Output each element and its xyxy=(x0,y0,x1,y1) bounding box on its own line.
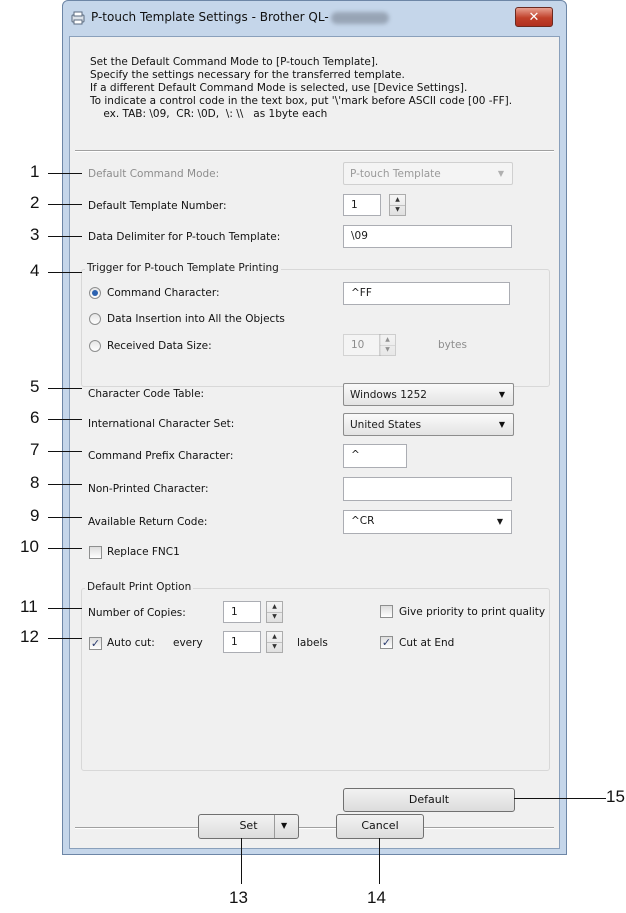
international-character-set-label: International Character Set: xyxy=(88,418,235,430)
default-template-number-label: Default Template Number: xyxy=(88,200,227,212)
non-printed-character-input[interactable] xyxy=(343,477,512,501)
callout-9: 9 xyxy=(30,506,40,525)
title-bar[interactable]: P-touch Template Settings - Brother QL- … xyxy=(63,1,566,37)
radio-selected-dot xyxy=(92,290,98,296)
number-of-copies-label: Number of Copies: xyxy=(88,607,186,619)
callout-line-3 xyxy=(48,236,82,237)
split-divider xyxy=(274,815,275,838)
callout-line-7 xyxy=(48,451,82,452)
template-number-spinner[interactable]: ▲ ▼ xyxy=(389,194,406,216)
default-print-option-title: Default Print Option xyxy=(85,581,194,593)
trigger-group-title: Trigger for P-touch Template Printing xyxy=(85,262,281,274)
chevron-down-icon: ▼ xyxy=(496,517,503,526)
default-command-mode-select: P-touch Template ▼ xyxy=(343,162,513,185)
cut-at-end-checkbox[interactable]: ✓ xyxy=(380,636,393,649)
give-priority-quality-checkbox[interactable] xyxy=(380,605,393,618)
data-insertion-label[interactable]: Data Insertion into All the Objects xyxy=(107,313,285,325)
received-data-size-radio[interactable] xyxy=(89,340,101,352)
data-delimiter-label: Data Delimiter for P-touch Template: xyxy=(88,231,281,243)
auto-cut-label[interactable]: Auto cut: xyxy=(107,637,155,649)
callout-line-13 xyxy=(241,838,242,884)
chevron-down-icon[interactable]: ▼ xyxy=(281,815,287,837)
callout-line-15 xyxy=(514,798,606,799)
separator-bottom xyxy=(75,827,554,829)
spin-down-icon[interactable]: ▼ xyxy=(267,642,282,652)
callout-1: 1 xyxy=(30,162,40,181)
callout-4: 4 xyxy=(30,261,40,280)
window-title: P-touch Template Settings - Brother QL- xyxy=(91,10,389,24)
callout-line-10 xyxy=(48,548,82,549)
auto-cut-checkbox[interactable]: ✓ xyxy=(89,637,102,650)
callout-7: 7 xyxy=(30,440,40,459)
callout-8: 8 xyxy=(30,473,40,492)
callout-15: 15 xyxy=(606,787,625,806)
international-character-set-select[interactable]: United States ▼ xyxy=(343,413,514,436)
command-prefix-character-input[interactable]: ^ xyxy=(343,444,407,468)
every-label: every xyxy=(173,637,203,649)
chevron-down-icon: ▼ xyxy=(497,169,504,178)
received-data-size-input: 10 xyxy=(343,334,381,356)
redacted-model xyxy=(330,11,389,24)
bytes-unit-label: bytes xyxy=(438,339,467,351)
copies-spinner[interactable]: ▲ ▼ xyxy=(266,601,283,623)
received-size-spinner: ▲ ▼ xyxy=(379,334,396,356)
callout-line-1 xyxy=(48,173,82,174)
callout-2: 2 xyxy=(30,193,40,212)
non-printed-character-label: Non-Printed Character: xyxy=(88,483,209,495)
callout-12: 12 xyxy=(20,627,39,646)
data-delimiter-input[interactable]: \09 xyxy=(343,225,512,248)
auto-cut-spinner[interactable]: ▲ ▼ xyxy=(266,631,283,653)
cancel-button[interactable]: Cancel xyxy=(336,814,424,839)
callout-line-6 xyxy=(48,419,82,420)
replace-fnc1-checkbox[interactable] xyxy=(89,546,102,559)
callout-line-5 xyxy=(48,388,82,389)
callout-14: 14 xyxy=(367,888,386,907)
character-code-table-label: Character Code Table: xyxy=(88,388,205,400)
give-priority-quality-label[interactable]: Give priority to print quality xyxy=(399,606,545,618)
spin-down-icon: ▼ xyxy=(385,346,390,353)
spin-down-icon[interactable]: ▼ xyxy=(267,612,282,622)
chevron-down-icon: ▼ xyxy=(498,420,505,429)
available-return-code-label: Available Return Code: xyxy=(88,516,208,528)
command-character-label[interactable]: Command Character: xyxy=(107,287,220,299)
callout-3: 3 xyxy=(30,225,40,244)
callout-line-14 xyxy=(379,838,380,884)
callout-line-8 xyxy=(48,484,82,485)
callout-10: 10 xyxy=(20,537,39,556)
received-data-size-label[interactable]: Received Data Size: xyxy=(107,340,212,352)
callout-line-11 xyxy=(48,608,82,609)
set-button[interactable]: Set ▼ xyxy=(198,814,299,839)
auto-cut-every-input[interactable]: 1 xyxy=(223,631,261,653)
command-character-radio[interactable] xyxy=(89,287,101,299)
callout-11: 11 xyxy=(20,597,38,616)
callout-6: 6 xyxy=(30,408,40,427)
close-button[interactable]: ✕ xyxy=(515,7,553,27)
dialog-client: Set the Default Command Mode to [P-touch… xyxy=(69,36,560,849)
labels-unit-label: labels xyxy=(297,637,328,649)
dialog-window: P-touch Template Settings - Brother QL- … xyxy=(62,0,567,855)
callout-line-2 xyxy=(48,204,82,205)
printer-icon xyxy=(71,11,85,25)
command-character-input[interactable]: ^FF xyxy=(343,282,510,305)
callout-line-9 xyxy=(48,517,82,518)
number-of-copies-input[interactable]: 1 xyxy=(223,601,261,623)
replace-fnc1-label[interactable]: Replace FNC1 xyxy=(107,546,180,558)
cut-at-end-label[interactable]: Cut at End xyxy=(399,637,454,649)
available-return-code-select[interactable]: ^CR ▼ xyxy=(343,510,512,534)
default-template-number-input[interactable]: 1 xyxy=(343,194,381,216)
default-button[interactable]: Default xyxy=(343,788,515,812)
separator-top xyxy=(75,150,554,152)
callout-line-4 xyxy=(48,272,82,273)
default-command-mode-label: Default Command Mode: xyxy=(88,168,220,180)
spin-down-icon[interactable]: ▼ xyxy=(390,205,405,215)
callout-line-12 xyxy=(48,638,82,639)
callout-13: 13 xyxy=(229,888,248,907)
chevron-down-icon: ▼ xyxy=(498,390,505,399)
data-insertion-radio[interactable] xyxy=(89,313,101,325)
command-prefix-character-label: Command Prefix Character: xyxy=(88,450,234,462)
callout-5: 5 xyxy=(30,377,40,396)
description-text: Set the Default Command Mode to [P-touch… xyxy=(90,56,513,120)
character-code-table-select[interactable]: Windows 1252 ▼ xyxy=(343,383,514,406)
